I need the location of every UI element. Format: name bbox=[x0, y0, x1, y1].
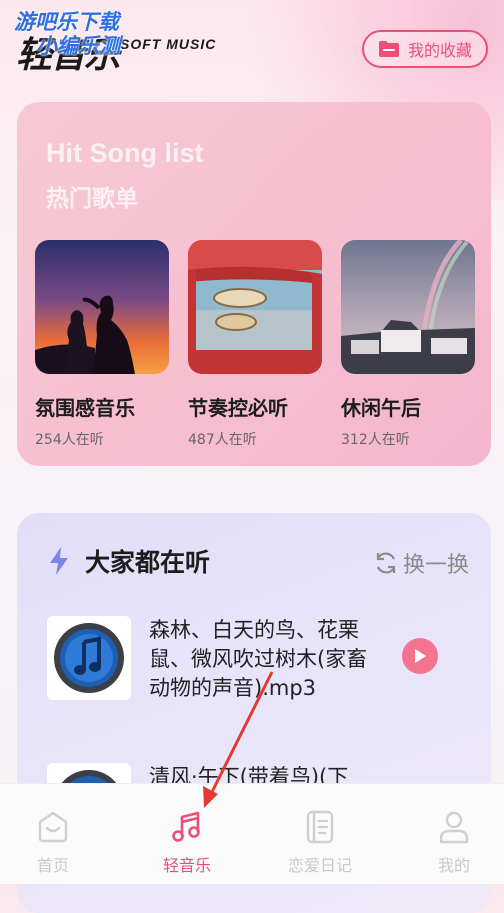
itunes-icon bbox=[54, 623, 124, 693]
my-favorites-button[interactable]: 我的收藏 bbox=[362, 30, 488, 68]
playlist-listeners: 312人在听 bbox=[341, 432, 410, 448]
playlist-item-rhythm[interactable]: 节奏控必听 487人在听 bbox=[188, 240, 323, 449]
play-button[interactable] bbox=[402, 638, 438, 674]
playlist-name: 节奏控必听 bbox=[188, 396, 288, 420]
music-note-icon bbox=[172, 811, 200, 842]
track-thumbnail bbox=[47, 616, 131, 700]
tab-light-music[interactable]: 轻音乐 bbox=[137, 808, 237, 876]
track-title: 森林、白天的鸟、花栗鼠、微风吹过树木(家畜动物的声音).mp3 bbox=[149, 618, 368, 700]
playlist-listeners: 487人在听 bbox=[188, 432, 257, 448]
hit-song-list-title-cn: 热门歌单 bbox=[46, 186, 138, 212]
watermark: 游吧乐下载 小编乐测 bbox=[14, 10, 120, 58]
header: 轻音乐 SOFT MUSIC 游吧乐下载 小编乐测 我的收藏 bbox=[0, 0, 504, 95]
app-subtitle: SOFT MUSIC bbox=[120, 36, 217, 52]
playlist-cover-sunset bbox=[35, 240, 169, 374]
my-favorites-label: 我的收藏 bbox=[407, 41, 472, 60]
hit-song-list-title-en: Hit Song list bbox=[46, 138, 204, 168]
lightning-icon bbox=[50, 547, 68, 575]
playlist-name: 氛围感音乐 bbox=[35, 396, 135, 420]
refresh-icon bbox=[376, 552, 396, 574]
profile-icon bbox=[439, 811, 469, 844]
playlist-name: 休闲午后 bbox=[341, 396, 421, 420]
watermark-line-1: 游吧乐下载 bbox=[14, 10, 119, 34]
playlist-cover-red-car bbox=[188, 240, 322, 374]
refresh-button[interactable]: 换一换 bbox=[373, 547, 469, 579]
folder-icon bbox=[378, 41, 399, 57]
watermark-line-2: 小编乐测 bbox=[36, 34, 120, 58]
everyone-listening-title: 大家都在听 bbox=[85, 548, 211, 577]
home-icon bbox=[38, 811, 68, 843]
tab-love-diary[interactable]: 恋爱日记 bbox=[270, 808, 370, 876]
play-icon bbox=[415, 649, 426, 663]
playlist-item-ambient[interactable]: 氛围感音乐 254人在听 bbox=[35, 240, 170, 449]
tab-label: 我的 bbox=[437, 856, 470, 875]
tab-label: 首页 bbox=[36, 856, 69, 875]
hit-song-list-card: Hit Song list 热门歌单 氛围感音乐 254人在听 节奏控必听 48… bbox=[17, 102, 491, 466]
tab-label: 轻音乐 bbox=[162, 856, 211, 875]
tab-home[interactable]: 首页 bbox=[3, 808, 103, 876]
playlist-listeners: 254人在听 bbox=[35, 432, 104, 448]
refresh-label: 换一换 bbox=[402, 553, 469, 578]
tab-profile[interactable]: 我的 bbox=[404, 808, 504, 876]
tab-label: 恋爱日记 bbox=[287, 856, 352, 875]
playlist-item-leisure[interactable]: 休闲午后 312人在听 bbox=[341, 240, 476, 449]
diary-icon bbox=[306, 810, 334, 844]
everyone-listening-header: 大家都在听 bbox=[47, 543, 210, 579]
bottom-tab-bar: 首页 轻音乐 恋爱日记 我的 bbox=[0, 783, 504, 884]
playlist-cover-rainbow bbox=[341, 240, 475, 374]
